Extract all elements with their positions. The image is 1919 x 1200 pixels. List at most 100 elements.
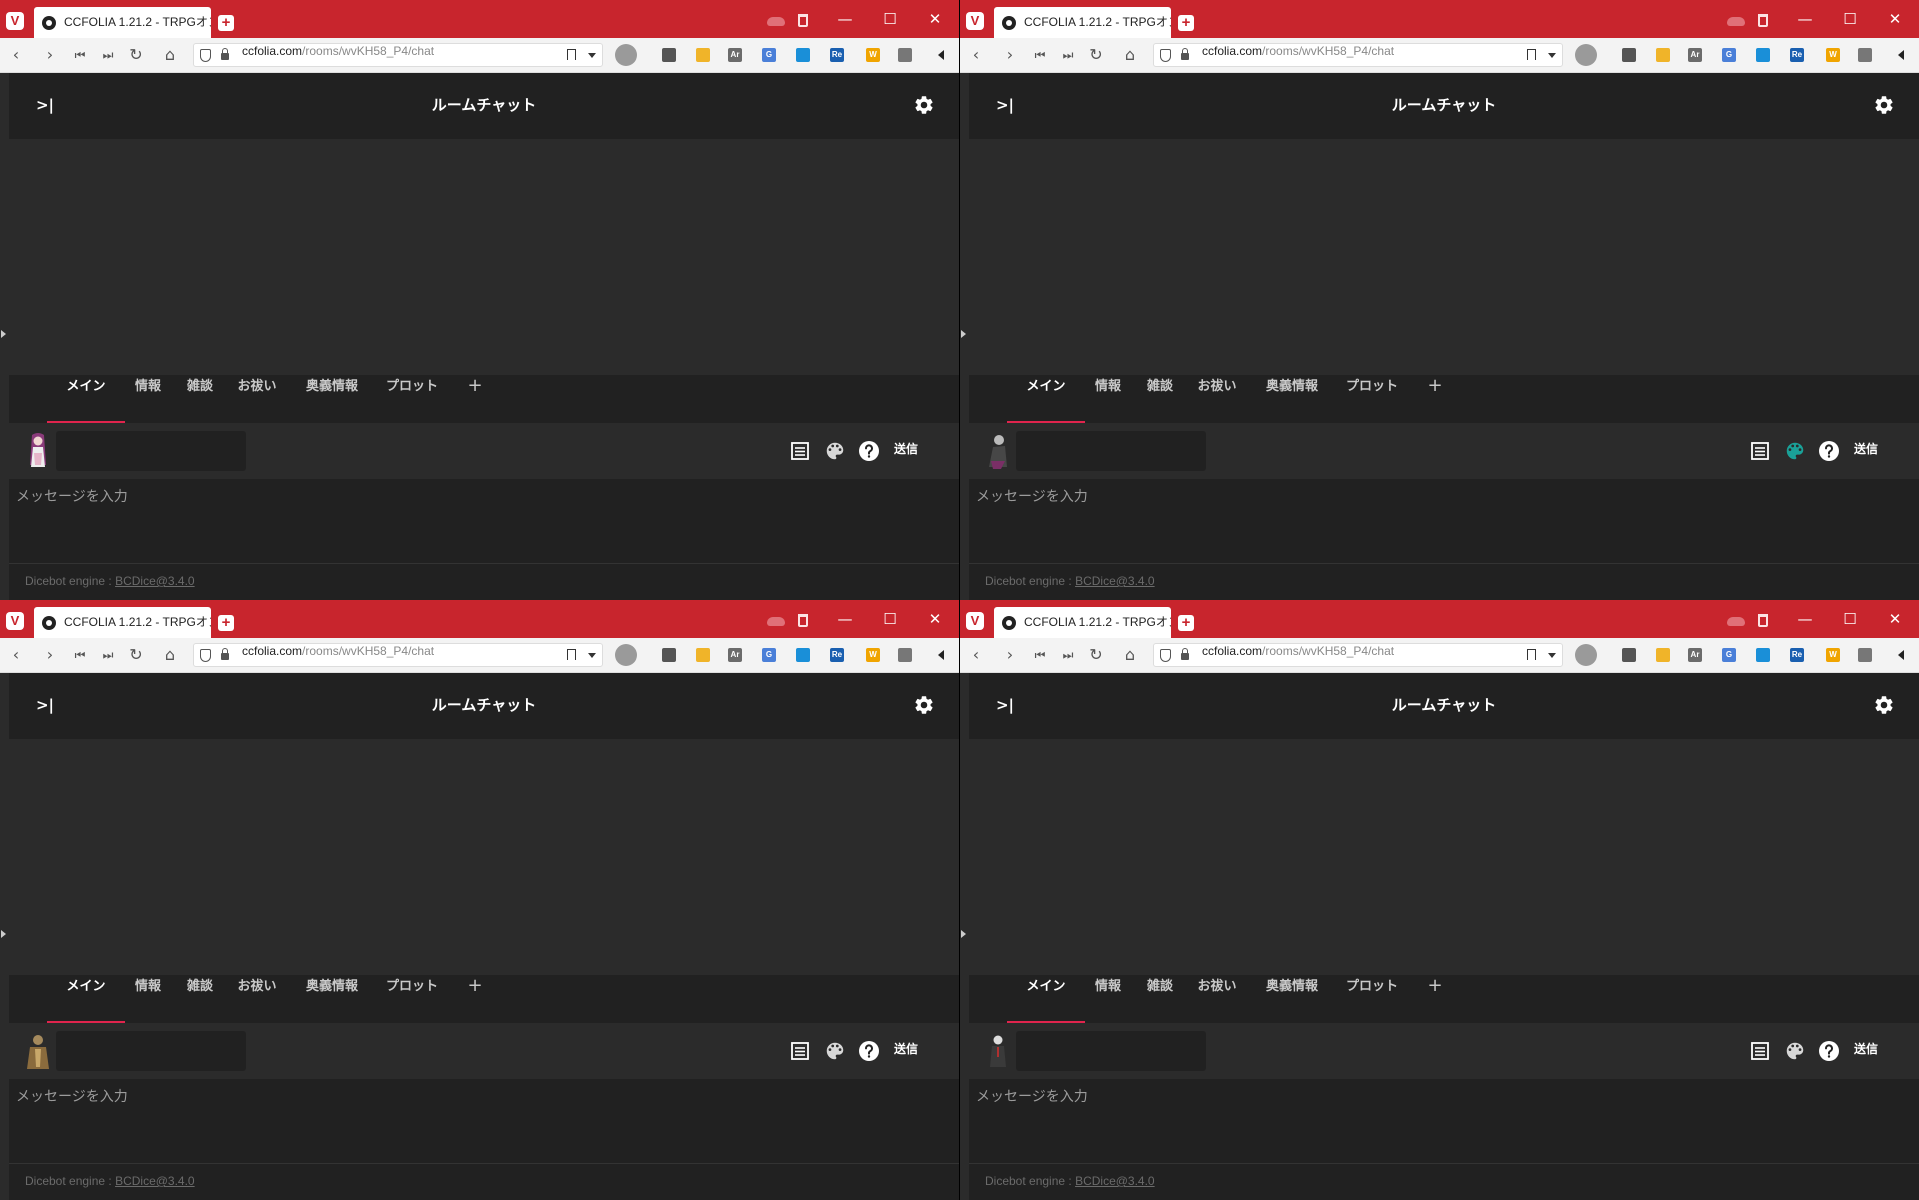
vivaldi-logo-icon[interactable]: V bbox=[6, 12, 24, 30]
tab-chatter[interactable]: 雑談 bbox=[1138, 375, 1182, 423]
translate-extension-icon[interactable]: G bbox=[1722, 648, 1736, 662]
reader-extension-icon[interactable] bbox=[1622, 48, 1636, 62]
profile-avatar-icon[interactable] bbox=[1575, 44, 1597, 66]
w-extension-icon[interactable]: W bbox=[866, 648, 880, 662]
color-palette-icon[interactable] bbox=[824, 440, 846, 462]
vivaldi-logo-icon[interactable]: V bbox=[6, 612, 24, 630]
forward-button[interactable]: › bbox=[38, 38, 62, 72]
home-button[interactable]: ⌂ bbox=[1118, 38, 1142, 72]
cloud-sync-icon[interactable] bbox=[767, 17, 785, 26]
forward-button[interactable]: › bbox=[998, 638, 1022, 672]
ar-extension-icon[interactable]: Ar bbox=[728, 48, 742, 62]
help-icon[interactable] bbox=[858, 440, 880, 462]
tab-chatter[interactable]: 雑談 bbox=[178, 375, 222, 423]
close-window-button[interactable]: ✕ bbox=[1880, 604, 1910, 634]
fast-forward-button[interactable]: ⏭ bbox=[96, 38, 120, 72]
extensions-overflow-icon[interactable] bbox=[1898, 50, 1904, 60]
new-tab-button[interactable]: + bbox=[1178, 15, 1194, 31]
dicebot-link[interactable]: BCDice@3.4.0 bbox=[115, 574, 195, 588]
home-button[interactable]: ⌂ bbox=[158, 38, 182, 72]
chat-log[interactable] bbox=[969, 739, 1919, 975]
chat-log[interactable] bbox=[9, 739, 959, 975]
re-extension-icon[interactable]: Re bbox=[830, 648, 844, 662]
home-button[interactable]: ⌂ bbox=[158, 638, 182, 672]
character-name-input[interactable] bbox=[56, 431, 246, 471]
reader-extension-icon[interactable] bbox=[1622, 648, 1636, 662]
close-window-button[interactable]: ✕ bbox=[920, 604, 950, 634]
cloud-sync-icon[interactable] bbox=[1727, 617, 1745, 626]
minimize-button[interactable]: — bbox=[830, 4, 860, 34]
url-text[interactable]: ccfolia.com/rooms/wvKH58_P4/chat bbox=[242, 44, 434, 58]
dicebot-link[interactable]: BCDice@3.4.0 bbox=[115, 1174, 195, 1188]
help-icon[interactable] bbox=[1818, 440, 1840, 462]
add-tab-button[interactable]: + bbox=[1423, 975, 1447, 1023]
chevron-down-icon[interactable] bbox=[588, 653, 596, 658]
dicebot-link[interactable]: BCDice@3.4.0 bbox=[1075, 1174, 1155, 1188]
reader-extension-icon[interactable] bbox=[662, 648, 676, 662]
extensions-overflow-icon[interactable] bbox=[938, 650, 944, 660]
chat-palette-list-icon[interactable] bbox=[789, 440, 811, 462]
chevron-down-icon[interactable] bbox=[1548, 53, 1556, 58]
bookmark-icon[interactable] bbox=[567, 649, 576, 660]
reload-button[interactable]: ↻ bbox=[124, 638, 148, 672]
notify-extension-icon[interactable] bbox=[1756, 48, 1770, 62]
ar-extension-icon[interactable]: Ar bbox=[728, 648, 742, 662]
browser-tab[interactable]: CCFOLIA 1.21.2 - TRPGオンラ bbox=[994, 607, 1171, 638]
tab-exorcism[interactable]: お祓い bbox=[1190, 375, 1244, 423]
notes-extension-icon[interactable] bbox=[1858, 648, 1872, 662]
gear-icon[interactable] bbox=[913, 694, 935, 716]
tab-plot[interactable]: プロット bbox=[1338, 375, 1406, 423]
profile-avatar-icon[interactable] bbox=[615, 644, 637, 666]
shield-icon[interactable] bbox=[200, 49, 211, 62]
fast-forward-button[interactable]: ⏭ bbox=[1056, 638, 1080, 672]
trash-icon[interactable] bbox=[798, 14, 808, 27]
notes-extension-icon[interactable] bbox=[1858, 48, 1872, 62]
bookmark-icon[interactable] bbox=[1527, 649, 1536, 660]
url-field[interactable]: ccfolia.com/rooms/wvKH58_P4/chat bbox=[1153, 643, 1563, 667]
color-palette-icon[interactable] bbox=[1784, 1040, 1806, 1062]
tab-info[interactable]: 情報 bbox=[1086, 375, 1130, 423]
trash-icon[interactable] bbox=[1758, 614, 1768, 627]
new-tab-button[interactable]: + bbox=[218, 15, 234, 31]
url-field[interactable]: ccfolia.com/rooms/wvKH58_P4/chat bbox=[193, 643, 603, 667]
notify-extension-icon[interactable] bbox=[796, 648, 810, 662]
new-tab-button[interactable]: + bbox=[1178, 615, 1194, 631]
back-button[interactable]: ‹ bbox=[964, 638, 988, 672]
help-icon[interactable] bbox=[858, 1040, 880, 1062]
notes-extension-icon[interactable] bbox=[898, 648, 912, 662]
chat-palette-list-icon[interactable] bbox=[1749, 440, 1771, 462]
cloud-sync-icon[interactable] bbox=[767, 617, 785, 626]
tab-main[interactable]: メイン bbox=[1007, 375, 1085, 423]
ar-extension-icon[interactable]: Ar bbox=[1688, 648, 1702, 662]
chat-log[interactable] bbox=[9, 139, 959, 375]
trash-icon[interactable] bbox=[798, 614, 808, 627]
expand-sidebar-icon[interactable] bbox=[1, 330, 6, 338]
rewind-button[interactable]: ⏮ bbox=[1028, 638, 1052, 672]
send-button[interactable]: 送信 bbox=[894, 1040, 918, 1062]
chevron-down-icon[interactable] bbox=[588, 53, 596, 58]
sync-extension-icon[interactable] bbox=[1656, 648, 1670, 662]
send-button[interactable]: 送信 bbox=[1854, 1040, 1878, 1062]
url-text[interactable]: ccfolia.com/rooms/wvKH58_P4/chat bbox=[1202, 44, 1394, 58]
new-tab-button[interactable]: + bbox=[218, 615, 234, 631]
sync-extension-icon[interactable] bbox=[1656, 48, 1670, 62]
tab-info[interactable]: 情報 bbox=[1086, 975, 1130, 1023]
fast-forward-button[interactable]: ⏭ bbox=[96, 638, 120, 672]
tab-exorcism[interactable]: お祓い bbox=[230, 375, 284, 423]
ar-extension-icon[interactable]: Ar bbox=[1688, 48, 1702, 62]
maximize-button[interactable]: ☐ bbox=[1835, 4, 1865, 34]
chevron-down-icon[interactable] bbox=[1548, 653, 1556, 658]
re-extension-icon[interactable]: Re bbox=[1790, 48, 1804, 62]
expand-sidebar-icon[interactable] bbox=[961, 930, 966, 938]
forward-button[interactable]: › bbox=[998, 38, 1022, 72]
message-input[interactable]: メッセージを入力 bbox=[976, 1086, 1088, 1106]
tab-chatter[interactable]: 雑談 bbox=[1138, 975, 1182, 1023]
send-button[interactable]: 送信 bbox=[1854, 440, 1878, 462]
chat-palette-list-icon[interactable] bbox=[789, 1040, 811, 1062]
cloud-sync-icon[interactable] bbox=[1727, 17, 1745, 26]
tab-plot[interactable]: プロット bbox=[1338, 975, 1406, 1023]
re-extension-icon[interactable]: Re bbox=[830, 48, 844, 62]
back-button[interactable]: ‹ bbox=[4, 38, 28, 72]
url-field[interactable]: ccfolia.com/rooms/wvKH58_P4/chat bbox=[1153, 43, 1563, 67]
fast-forward-button[interactable]: ⏭ bbox=[1056, 38, 1080, 72]
